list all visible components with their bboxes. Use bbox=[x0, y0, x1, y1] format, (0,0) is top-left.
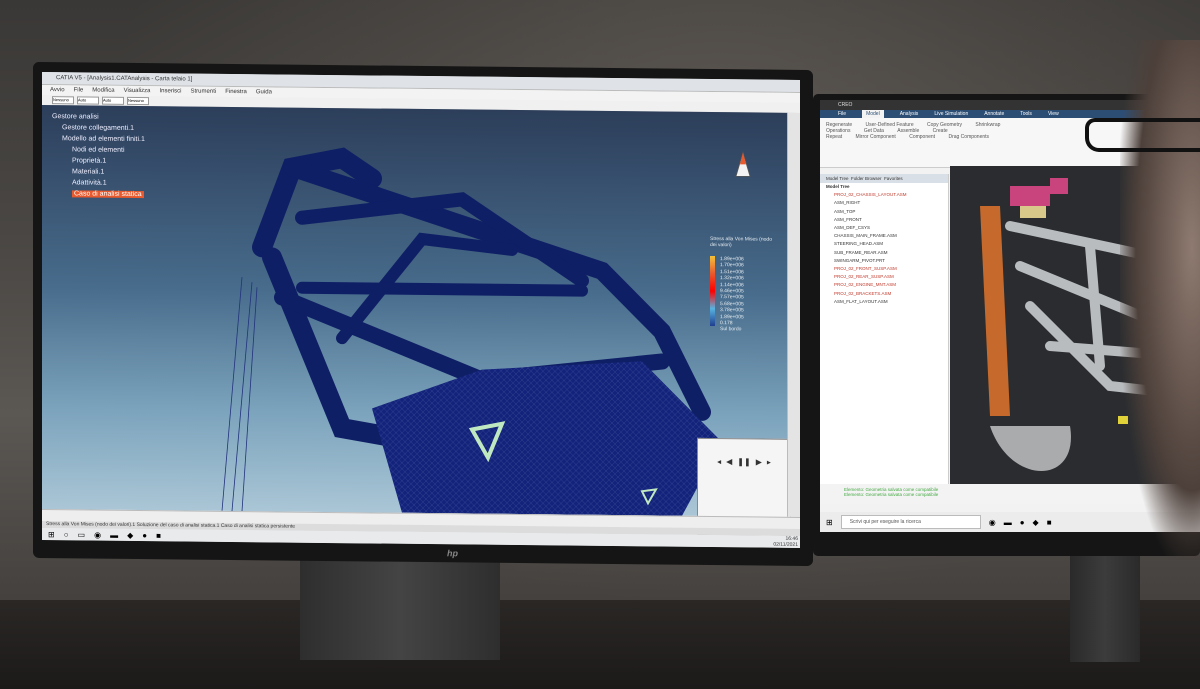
menu-item[interactable]: Inserisci bbox=[160, 86, 182, 96]
app-icon[interactable]: ● bbox=[142, 531, 147, 540]
tree-row[interactable]: PROJ_02_FRONT_SUSP.ASM bbox=[820, 265, 948, 273]
system-tray: 16:46 02/11/2021 bbox=[773, 536, 798, 548]
tree-row[interactable]: PROJ_02_BRACKETS.ASM bbox=[820, 290, 948, 298]
ribbon-item[interactable]: Drag Components bbox=[948, 134, 989, 140]
app-icon[interactable]: ◆ bbox=[1033, 518, 1039, 527]
tab-live-simulation[interactable]: Live Simulation bbox=[934, 110, 968, 118]
tree-row[interactable]: PROJ_02_CHASSIS_LAYOUT.ASM bbox=[820, 191, 948, 199]
3d-viewport[interactable]: Gestore analisi Gestore collegamenti.1 M… bbox=[42, 105, 791, 536]
tab-folder-browser[interactable]: Folder Browser bbox=[851, 176, 882, 181]
tree-row[interactable]: CHASSIS_MAIN_FRAME.ASM bbox=[820, 232, 948, 240]
windows-start-icon[interactable]: ⊞ bbox=[826, 518, 833, 527]
tree-row[interactable]: PROJ_02_ENGINE_MNT.ASM bbox=[820, 281, 948, 289]
tree-row[interactable]: ASM_FLAT_LAYOUT.ASM bbox=[820, 298, 948, 306]
ribbon-item[interactable]: Repeat bbox=[826, 134, 842, 140]
tab-model[interactable]: Model bbox=[862, 110, 884, 118]
tree-item[interactable]: Nodi ed elementi bbox=[52, 146, 145, 154]
desk bbox=[0, 600, 1200, 689]
app-icon[interactable]: ◉ bbox=[989, 518, 996, 527]
step-back-icon[interactable]: ◂ bbox=[717, 457, 721, 466]
tree-item[interactable]: Materiali.1 bbox=[52, 168, 145, 176]
tree-item[interactable]: Adattività.1 bbox=[52, 179, 145, 187]
menu-item[interactable]: File bbox=[74, 85, 84, 95]
compass-icon[interactable] bbox=[730, 150, 756, 180]
ribbon-item[interactable]: Mirror Component bbox=[856, 134, 896, 140]
app-icon[interactable]: ● bbox=[1020, 518, 1025, 527]
eyeglasses bbox=[1085, 118, 1200, 152]
ribbon-item[interactable]: Component bbox=[909, 134, 935, 140]
tab-view[interactable]: View bbox=[1048, 110, 1059, 118]
ribbon-item[interactable]: Shrinkwrap bbox=[975, 122, 1000, 128]
task-view-icon[interactable]: ▭ bbox=[78, 530, 86, 539]
step-forward-icon[interactable]: ▸ bbox=[767, 458, 771, 467]
legend-color-bar bbox=[710, 256, 715, 327]
panel-tabs: Model Tree Folder Browser Favorites bbox=[820, 174, 948, 183]
chassis-frame-mesh bbox=[221, 147, 722, 516]
stress-legend: Stress alla Von Mises (nodo dei valori) … bbox=[710, 236, 780, 333]
play-back-icon[interactable]: ◀ bbox=[726, 457, 732, 466]
toolbar-field[interactable]: Nessuno bbox=[127, 96, 149, 106]
play-icon[interactable]: ▶ bbox=[756, 457, 762, 466]
left-monitor: CATIA V5 - [Analysis1.CATAnalysis - Cart… bbox=[33, 61, 813, 567]
player-controls: ◂ ◀ ❚❚ ▶ ▸ bbox=[698, 457, 790, 467]
toolbar-field[interactable]: Nessuno bbox=[52, 96, 74, 105]
legend-value: 3.78e+005 bbox=[720, 307, 744, 314]
tree-row[interactable]: PROJ_02_REAR_SUSP.ASM bbox=[820, 273, 948, 281]
tree-item[interactable]: Gestore collegamenti.1 bbox=[52, 124, 145, 132]
model-tree-panel: Model Tree Folder Browser Favorites Mode… bbox=[820, 174, 949, 504]
app-icon[interactable]: ◉ bbox=[94, 530, 101, 539]
search-icon[interactable]: ○ bbox=[64, 530, 69, 539]
tab-model-tree[interactable]: Model Tree bbox=[826, 176, 849, 181]
menu-item[interactable]: Visualizza bbox=[124, 86, 151, 96]
tree-row[interactable]: SUB_FRAME_REAR.ASM bbox=[820, 249, 948, 257]
tree-item[interactable]: Gestore analisi bbox=[52, 113, 145, 121]
app-icon[interactable]: ■ bbox=[156, 531, 161, 540]
legend-value: 1.32e+006 bbox=[720, 275, 744, 282]
folder-icon[interactable]: ▬ bbox=[1004, 518, 1012, 527]
menu-item[interactable]: Finestra bbox=[225, 87, 247, 97]
legend-title: Stress alla Von Mises (nodo dei valori) bbox=[710, 236, 772, 249]
legend-footer: Sul bordo bbox=[720, 326, 742, 333]
left-monitor-stand bbox=[300, 560, 500, 660]
folder-icon[interactable]: ▬ bbox=[110, 530, 118, 539]
menu-item[interactable]: Avvio bbox=[50, 85, 65, 95]
app-icon[interactable]: ■ bbox=[1047, 518, 1052, 527]
model-tree-title: Model Tree bbox=[826, 184, 850, 189]
right-toolbar[interactable] bbox=[787, 112, 800, 517]
menu-item[interactable]: Strumenti bbox=[191, 87, 217, 97]
tree-item-selected[interactable]: Caso di analisi statica bbox=[72, 190, 144, 199]
tab-annotate[interactable]: Annotate bbox=[984, 110, 1004, 118]
tree-row[interactable]: ASM_RIGHT bbox=[820, 199, 948, 207]
toolbar-field[interactable]: Auto bbox=[77, 96, 99, 105]
toolbar-field[interactable]: Auto bbox=[102, 96, 124, 105]
taskbar-search[interactable]: Scrivi qui per eseguire la ricerca bbox=[840, 515, 981, 529]
hp-logo: hp bbox=[447, 548, 458, 559]
tree-row[interactable]: ASM_DEF_CSYS bbox=[820, 224, 948, 232]
tree-item[interactable]: Proprietà.1 bbox=[52, 157, 145, 165]
clock-date: 02/11/2021 bbox=[773, 541, 798, 548]
catia-screen: CATIA V5 - [Analysis1.CATAnalysis - Cart… bbox=[42, 72, 800, 548]
windows-start-icon[interactable]: ⊞ bbox=[48, 530, 55, 539]
tab-analysis[interactable]: Analysis bbox=[900, 110, 919, 118]
app-icon[interactable]: ◆ bbox=[127, 530, 133, 539]
analysis-tree: Gestore analisi Gestore collegamenti.1 M… bbox=[52, 113, 145, 202]
tree-row[interactable]: SWINGARM_PIVOT.PRT bbox=[820, 257, 948, 265]
tree-item[interactable]: Modello ad elementi finiti.1 bbox=[52, 135, 145, 143]
legend-values: 1.89e+006 1.70e+006 1.51e+006 1.32e+006 … bbox=[720, 256, 744, 333]
tree-row[interactable]: ASM_FRONT bbox=[820, 216, 948, 224]
tab-tools[interactable]: Tools bbox=[1020, 110, 1032, 118]
tab-favorites[interactable]: Favorites bbox=[884, 176, 903, 181]
menu-item[interactable]: Modifica bbox=[92, 86, 114, 96]
pause-icon[interactable]: ❚❚ bbox=[737, 457, 750, 466]
tree-row[interactable]: STEERING_HEAD.ASM bbox=[820, 240, 948, 248]
tree-row[interactable]: ASM_TOP bbox=[820, 208, 948, 216]
menu-item[interactable]: Guida bbox=[256, 87, 272, 97]
right-monitor-stand bbox=[1070, 552, 1140, 662]
tab-file[interactable]: File bbox=[838, 110, 846, 118]
